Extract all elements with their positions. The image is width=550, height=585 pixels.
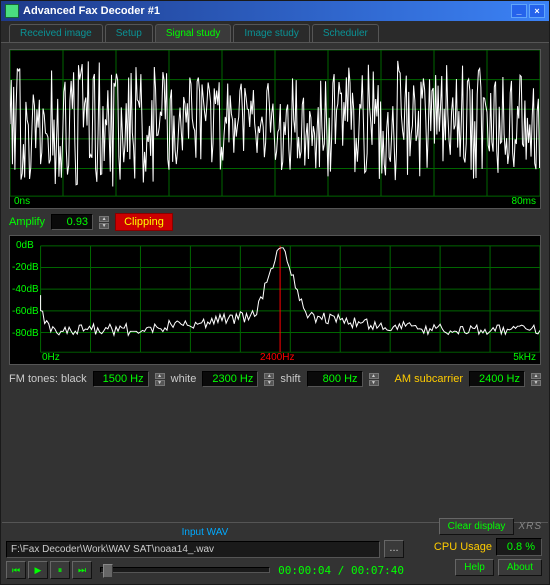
clipping-indicator: Clipping (115, 213, 173, 231)
rewind-button[interactable]: ⏮ (6, 561, 26, 579)
fm-shift-label: shift (280, 373, 300, 385)
spectrum-y-40: -40dB (12, 284, 39, 295)
fm-shift-value[interactable]: 800 Hz (307, 371, 363, 387)
help-button[interactable]: Help (455, 559, 494, 576)
waveform-chart: 0ns 80ms (9, 49, 541, 209)
amplify-down[interactable]: ▼ (99, 223, 109, 229)
file-path-input[interactable]: F:\Fax Decoder\Work\WAV SAT\noaa14_.wav (6, 541, 380, 558)
spectrum-y-20: -20dB (12, 262, 39, 273)
fm-black-label: FM tones: black (9, 373, 87, 385)
browse-button[interactable]: ... (384, 540, 404, 558)
window-title: Advanced Fax Decoder #1 (23, 5, 511, 17)
fm-shift-down[interactable]: ▼ (369, 380, 379, 386)
minimize-button[interactable]: _ (511, 4, 527, 18)
spectrum-y-0: 0dB (16, 240, 34, 251)
am-up[interactable]: ▲ (531, 373, 541, 379)
fm-black-up[interactable]: ▲ (155, 373, 165, 379)
tab-scheduler[interactable]: Scheduler (312, 24, 379, 42)
fm-white-down[interactable]: ▼ (264, 380, 274, 386)
spectrum-x-end: 5kHz (513, 352, 536, 363)
spectrum-y-60: -60dB (12, 306, 39, 317)
tab-setup[interactable]: Setup (105, 24, 153, 42)
play-button[interactable]: ▶ (28, 561, 48, 579)
tab-image-study[interactable]: Image study (233, 24, 309, 42)
spectrum-x-start: 0Hz (42, 352, 60, 363)
tab-signal-study[interactable]: Signal study (155, 24, 231, 42)
clear-display-button[interactable]: Clear display (439, 518, 515, 535)
cpu-usage-value: 0.8 % (496, 538, 542, 556)
waveform-x-end: 80ms (512, 196, 536, 207)
titlebar[interactable]: Advanced Fax Decoder #1 _ × (1, 1, 549, 21)
bottom-panel: Input WAV F:\Fax Decoder\Work\WAV SAT\no… (2, 522, 548, 583)
waveform-x-start: 0ns (14, 196, 30, 207)
fm-white-value[interactable]: 2300 Hz (202, 371, 258, 387)
spectrum-x-center: 2400Hz (260, 352, 294, 363)
cpu-usage-label: CPU Usage (434, 541, 492, 553)
about-button[interactable]: About (498, 559, 542, 576)
pause-button[interactable]: ⏸ (50, 561, 70, 579)
input-wav-label: Input WAV (6, 527, 404, 538)
spectrum-y-80: -80dB (12, 328, 39, 339)
fm-shift-up[interactable]: ▲ (369, 373, 379, 379)
amplify-up[interactable]: ▲ (99, 216, 109, 222)
app-icon (5, 4, 19, 18)
spectrum-chart: 0dB -20dB -40dB -60dB -80dB 0Hz 2400Hz 5… (9, 235, 541, 365)
fm-black-value[interactable]: 1500 Hz (93, 371, 149, 387)
fm-white-up[interactable]: ▲ (264, 373, 274, 379)
am-subcarrier-value[interactable]: 2400 Hz (469, 371, 525, 387)
fm-white-label: white (171, 373, 197, 385)
tabstrip: Received image Setup Signal study Image … (1, 21, 549, 43)
seek-slider[interactable] (100, 567, 270, 573)
ffwd-button[interactable]: ⏭ (72, 561, 92, 579)
fm-black-down[interactable]: ▼ (155, 380, 165, 386)
seek-thumb[interactable] (103, 564, 113, 578)
am-subcarrier-label: AM subcarrier (395, 373, 463, 385)
xrs-logo: XRS (518, 521, 542, 532)
tab-received-image[interactable]: Received image (9, 24, 103, 42)
time-display: 00:00:04 / 00:07:40 (278, 564, 404, 577)
close-button[interactable]: × (529, 4, 545, 18)
am-down[interactable]: ▼ (531, 380, 541, 386)
amplify-value[interactable]: 0.93 (51, 214, 93, 230)
amplify-label: Amplify (9, 216, 45, 228)
